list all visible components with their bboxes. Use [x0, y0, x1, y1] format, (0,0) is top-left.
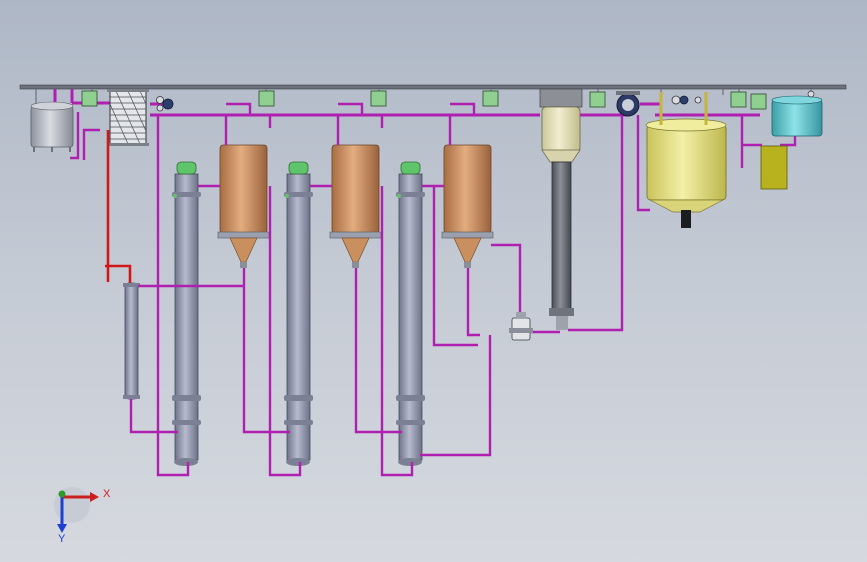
olive-box[interactable]	[760, 145, 788, 190]
evaporator-column-1[interactable]	[172, 161, 201, 466]
top-support-beam[interactable]	[19, 84, 847, 90]
plate-heat-exchanger-icon[interactable]	[107, 89, 149, 146]
y-axis-dot	[58, 490, 66, 498]
separator-2[interactable]	[329, 144, 382, 268]
valve-icon[interactable]	[509, 312, 533, 341]
control-box-2[interactable]	[258, 90, 275, 107]
separator-1[interactable]	[217, 144, 270, 268]
control-box-4[interactable]	[482, 90, 499, 107]
evaporator-column-2[interactable]	[284, 161, 313, 466]
condenser[interactable]	[539, 88, 583, 330]
preheater-tube[interactable]	[123, 282, 140, 400]
control-box-5[interactable]	[589, 91, 606, 108]
y-axis-label: Y	[58, 533, 66, 545]
evaporator-plant-diagram: X Y	[19, 84, 847, 545]
separator-3[interactable]	[441, 144, 494, 268]
pressure-gauge-icon[interactable]	[156, 96, 174, 112]
vacuum-pump-icon[interactable]	[616, 91, 640, 117]
feed-tank[interactable]	[30, 101, 74, 152]
control-box-7[interactable]	[750, 93, 767, 110]
product-tank[interactable]	[645, 92, 727, 228]
axes-triad: X Y	[54, 487, 111, 545]
cyan-tank[interactable]	[771, 90, 823, 137]
x-axis-label: X	[103, 488, 111, 500]
cad-viewport[interactable]: X Y	[0, 0, 867, 562]
control-box-6[interactable]	[730, 91, 747, 108]
control-box-3[interactable]	[370, 90, 387, 107]
steam-supply-pipe[interactable]	[105, 130, 132, 285]
control-box-1[interactable]	[81, 90, 98, 107]
evaporator-column-3[interactable]	[396, 161, 425, 466]
